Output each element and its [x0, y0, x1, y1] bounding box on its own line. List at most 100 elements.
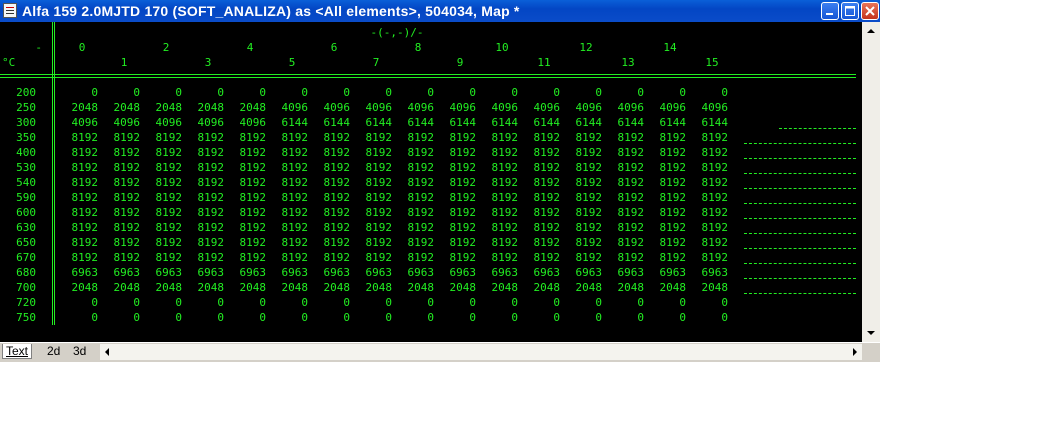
- map-cell[interactable]: 8192: [190, 175, 225, 190]
- map-cell[interactable]: 8192: [64, 145, 99, 160]
- map-cell[interactable]: 0: [232, 85, 266, 100]
- map-cell[interactable]: 4096: [610, 100, 645, 115]
- map-cell[interactable]: 0: [232, 295, 266, 310]
- minimize-button[interactable]: [821, 2, 839, 20]
- map-cell[interactable]: 6144: [400, 115, 435, 130]
- map-cell[interactable]: 2048: [274, 280, 309, 295]
- map-cell[interactable]: 0: [64, 85, 98, 100]
- map-cell[interactable]: 8192: [484, 175, 519, 190]
- map-cell[interactable]: 8192: [694, 175, 729, 190]
- map-cell[interactable]: 8192: [484, 235, 519, 250]
- map-cell[interactable]: 8192: [526, 235, 561, 250]
- map-cell[interactable]: 8192: [148, 250, 183, 265]
- map-cell[interactable]: 8192: [526, 160, 561, 175]
- map-cell[interactable]: 0: [148, 295, 182, 310]
- map-cell[interactable]: 8192: [190, 235, 225, 250]
- map-cell[interactable]: 8192: [526, 175, 561, 190]
- map-cell[interactable]: 8192: [400, 190, 435, 205]
- map-cell[interactable]: 4096: [64, 115, 99, 130]
- map-cell[interactable]: 6963: [358, 265, 393, 280]
- map-cell[interactable]: 4096: [106, 115, 141, 130]
- map-cell[interactable]: 0: [442, 310, 476, 325]
- map-cell[interactable]: 8192: [64, 205, 99, 220]
- map-cell[interactable]: 6963: [400, 265, 435, 280]
- map-cell[interactable]: 8192: [400, 130, 435, 145]
- close-button[interactable]: [861, 2, 879, 20]
- map-cell[interactable]: 8192: [652, 190, 687, 205]
- map-cell[interactable]: 6144: [526, 115, 561, 130]
- map-cell[interactable]: 8192: [694, 160, 729, 175]
- map-cell[interactable]: 0: [190, 295, 224, 310]
- map-cell[interactable]: 2048: [148, 100, 183, 115]
- scroll-right-icon[interactable]: [848, 344, 862, 360]
- map-cell[interactable]: 8192: [568, 175, 603, 190]
- map-cell[interactable]: 8192: [442, 175, 477, 190]
- map-cell[interactable]: 0: [610, 310, 644, 325]
- title-bar[interactable]: Alfa 159 2.0MJTD 170 (SOFT_ANALIZA) as <…: [0, 0, 880, 22]
- map-cell[interactable]: 8192: [148, 190, 183, 205]
- map-cell[interactable]: 2048: [484, 280, 519, 295]
- map-cell[interactable]: 0: [148, 310, 182, 325]
- map-cell[interactable]: 8192: [610, 235, 645, 250]
- map-cell[interactable]: 8192: [316, 145, 351, 160]
- map-cell[interactable]: 8192: [526, 220, 561, 235]
- map-cell[interactable]: 8192: [274, 130, 309, 145]
- map-cell[interactable]: 4096: [652, 100, 687, 115]
- map-cell[interactable]: 8192: [694, 145, 729, 160]
- map-cell[interactable]: 8192: [358, 250, 393, 265]
- map-cell[interactable]: 8192: [148, 160, 183, 175]
- map-cell[interactable]: 2048: [400, 280, 435, 295]
- map-cell[interactable]: 8192: [526, 205, 561, 220]
- map-cell[interactable]: 8192: [442, 220, 477, 235]
- map-cell[interactable]: 0: [106, 310, 140, 325]
- map-cell[interactable]: 8192: [652, 235, 687, 250]
- map-cell[interactable]: 6963: [652, 265, 687, 280]
- map-cell[interactable]: 8192: [358, 175, 393, 190]
- map-cell[interactable]: 0: [694, 85, 728, 100]
- map-cell[interactable]: 8192: [610, 190, 645, 205]
- map-cell[interactable]: 8192: [652, 220, 687, 235]
- map-cell[interactable]: 8192: [190, 130, 225, 145]
- map-cell[interactable]: 8192: [316, 160, 351, 175]
- map-cell[interactable]: 6963: [274, 265, 309, 280]
- map-cell[interactable]: 8192: [232, 175, 267, 190]
- map-cell[interactable]: 6144: [316, 115, 351, 130]
- map-cell[interactable]: 8192: [358, 145, 393, 160]
- app-icon[interactable]: [3, 3, 17, 18]
- map-cell[interactable]: 8192: [610, 145, 645, 160]
- map-cell[interactable]: 6144: [358, 115, 393, 130]
- map-cell[interactable]: 8192: [484, 130, 519, 145]
- map-cell[interactable]: 0: [526, 310, 560, 325]
- map-cell[interactable]: 2048: [148, 280, 183, 295]
- map-cell[interactable]: 2048: [358, 280, 393, 295]
- map-cell[interactable]: 2048: [106, 280, 141, 295]
- map-cell[interactable]: 4096: [232, 115, 267, 130]
- map-cell[interactable]: 8192: [106, 145, 141, 160]
- map-cell[interactable]: 0: [316, 85, 350, 100]
- map-cell[interactable]: 8192: [484, 220, 519, 235]
- map-cell[interactable]: 8192: [610, 175, 645, 190]
- map-cell[interactable]: 8192: [694, 205, 729, 220]
- map-cell[interactable]: 8192: [274, 220, 309, 235]
- map-cell[interactable]: 8192: [610, 130, 645, 145]
- map-cell[interactable]: 0: [400, 310, 434, 325]
- map-cell[interactable]: 0: [232, 310, 266, 325]
- map-cell[interactable]: 8192: [400, 205, 435, 220]
- maximize-button[interactable]: [841, 2, 859, 20]
- map-cell[interactable]: 8192: [568, 160, 603, 175]
- map-cell[interactable]: 8192: [316, 220, 351, 235]
- map-cell[interactable]: 4096: [526, 100, 561, 115]
- map-cell[interactable]: 0: [64, 295, 98, 310]
- map-cell[interactable]: 8192: [148, 175, 183, 190]
- map-cell[interactable]: 8192: [358, 235, 393, 250]
- map-cell[interactable]: 8192: [442, 250, 477, 265]
- map-cell[interactable]: 8192: [358, 160, 393, 175]
- map-cell[interactable]: 4096: [484, 100, 519, 115]
- map-cell[interactable]: 6963: [526, 265, 561, 280]
- map-cell[interactable]: 0: [316, 310, 350, 325]
- map-cell[interactable]: 2048: [694, 280, 729, 295]
- map-cell[interactable]: 8192: [232, 145, 267, 160]
- tab-3d[interactable]: 3d: [70, 344, 89, 359]
- map-cell[interactable]: 6963: [232, 265, 267, 280]
- map-cell[interactable]: 0: [316, 295, 350, 310]
